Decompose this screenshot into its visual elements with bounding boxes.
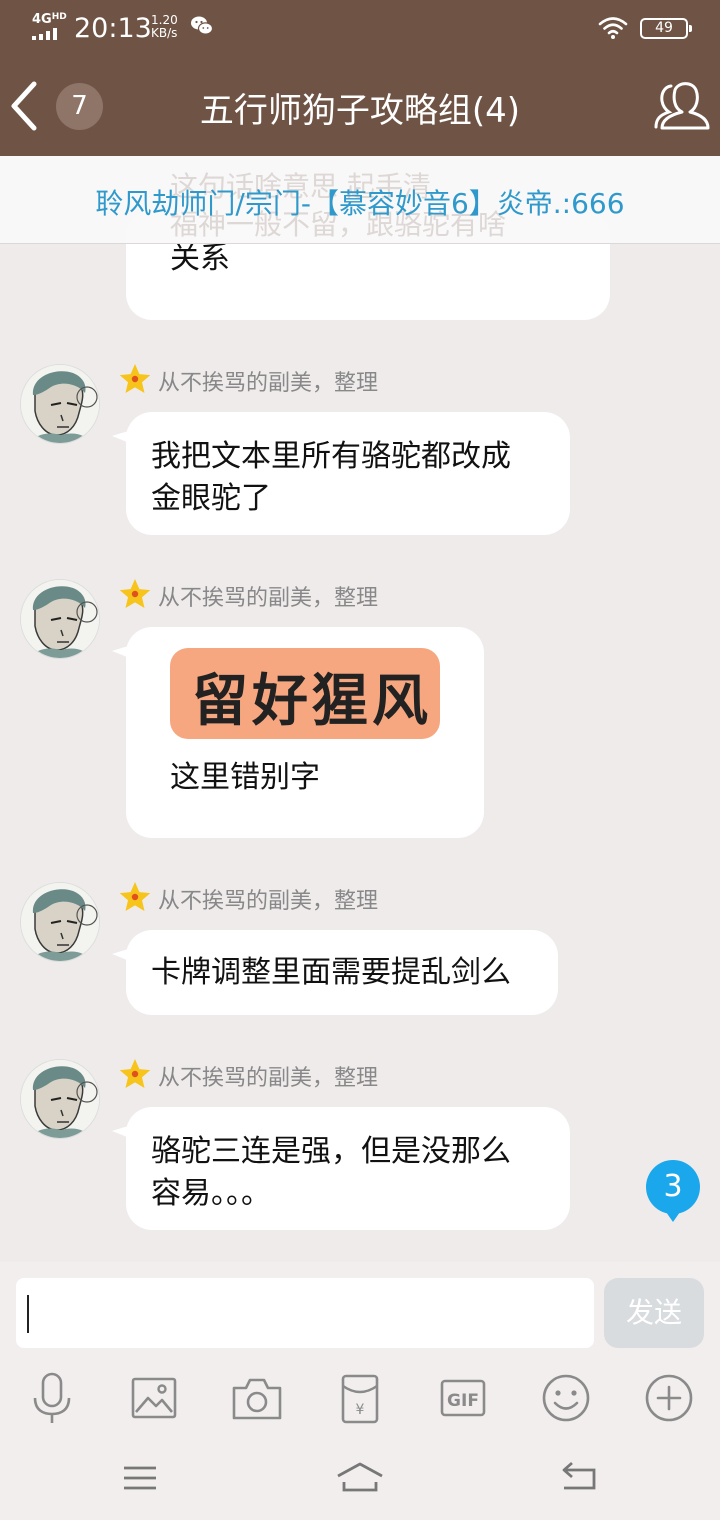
microphone-icon[interactable]: [22, 1370, 82, 1426]
svg-text:GIF: GIF: [447, 1391, 479, 1411]
image-text: 留好猩风: [192, 668, 432, 734]
page-title: 五行师狗子攻略组(4): [199, 91, 521, 131]
pinned-notice[interactable]: 这句话啥意思 起手清 福神一般不留，跟骆驼有啥 聆风劫师门/宗门-【慕容妙音6】…: [0, 156, 720, 244]
message-text: 关系: [170, 241, 230, 276]
network-speed: 1.20 KB/s: [151, 13, 178, 40]
sender-name: 从不挨骂的副美，整理: [158, 889, 379, 914]
new-message-badge[interactable]: 3: [646, 1160, 700, 1222]
menu-icon[interactable]: [110, 1458, 170, 1498]
home-icon[interactable]: [330, 1458, 390, 1498]
wifi-icon: [598, 17, 628, 39]
message-text: 容易。。。: [151, 1176, 271, 1211]
image-icon[interactable]: [124, 1370, 184, 1426]
message-text: 卡牌调整里面需要提乱剑么: [151, 955, 511, 990]
emoji-icon[interactable]: [536, 1370, 596, 1426]
avatar-image: [21, 580, 99, 658]
sender-name: 从不挨骂的副美，整理: [158, 1066, 379, 1091]
message-bubble[interactable]: 我把文本里所有骆驼都改成 金眼驼了: [112, 412, 570, 535]
star-icon: [119, 882, 151, 911]
sender-name: 从不挨骂的副美，整理: [158, 371, 379, 396]
message-bubble[interactable]: 骆驼三连是强，但是没那么 容易。。。: [112, 1107, 570, 1230]
sender-name: 从不挨骂的副美，整理: [158, 586, 379, 611]
wechat-icon: [191, 16, 214, 35]
back-nav-icon[interactable]: [550, 1458, 610, 1498]
avatar[interactable]: [20, 364, 100, 444]
battery-indicator: 49: [640, 18, 692, 39]
gif-icon[interactable]: GIF: [433, 1370, 493, 1426]
star-icon: [119, 1059, 151, 1088]
avatar-image: [21, 365, 99, 443]
red-packet-icon[interactable]: ¥: [330, 1370, 390, 1426]
clock: 20:13: [74, 13, 152, 44]
message-text: 我把文本里所有骆驼都改成: [151, 439, 511, 474]
text-cursor: [27, 1295, 29, 1333]
star-icon: [119, 579, 151, 608]
avatar[interactable]: [20, 579, 100, 659]
camera-icon[interactable]: [227, 1370, 287, 1426]
avatar[interactable]: [20, 1059, 100, 1139]
network-type: 4GHD: [32, 12, 67, 27]
attached-image[interactable]: 留好猩风: [170, 648, 440, 739]
avatar-image: [21, 883, 99, 961]
notice-text[interactable]: 聆风劫师门/宗门-【慕容妙音6】炎帝.:666: [0, 182, 720, 222]
chat-header: 7 五行师狗子攻略组(4): [0, 56, 720, 156]
message-text: 骆驼三连是强，但是没那么: [151, 1134, 511, 1169]
system-navigation-bar: [0, 1440, 720, 1520]
message-text: 金眼驼了: [151, 481, 271, 516]
svg-text:¥: ¥: [356, 1402, 365, 1418]
message-text: 这里错别字: [170, 760, 320, 795]
message-bubble[interactable]: 卡牌调整里面需要提乱剑么: [112, 930, 558, 1015]
message-bubble[interactable]: 留好猩风 这里错别字: [112, 627, 484, 838]
avatar[interactable]: [20, 882, 100, 962]
back-button[interactable]: [6, 78, 46, 134]
status-bar: 4GHD 20:13 1.20 KB/s 49: [0, 0, 720, 56]
star-icon: [119, 364, 151, 393]
plus-icon[interactable]: [639, 1370, 699, 1426]
send-button[interactable]: 发送: [604, 1278, 704, 1348]
message-input[interactable]: [16, 1278, 594, 1348]
unread-count-badge[interactable]: 7: [56, 83, 103, 130]
avatar-image: [21, 1060, 99, 1138]
signal-icon: [32, 28, 64, 40]
group-members-icon[interactable]: [652, 78, 714, 136]
